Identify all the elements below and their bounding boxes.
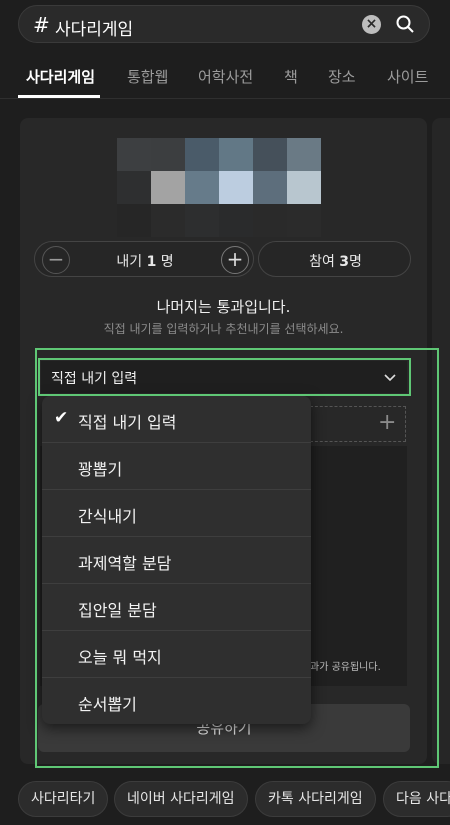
active-tab-indicator	[18, 95, 100, 98]
pixel-cell	[117, 204, 151, 237]
minus-button[interactable]: −	[42, 246, 70, 274]
tab-books[interactable]: 책	[284, 66, 298, 87]
pixelated-image	[117, 138, 321, 237]
pixel-cell	[151, 204, 185, 237]
pixel-cell	[219, 171, 253, 204]
pixel-cell	[219, 138, 253, 171]
tab-ladder-game[interactable]: 사다리게임	[26, 66, 95, 87]
pixel-cell	[287, 138, 321, 171]
chip-kakao-ladder[interactable]: 카톡 사다리게임	[255, 781, 376, 817]
select-highlight-frame	[38, 358, 411, 396]
pixel-cell	[117, 171, 151, 204]
search-input[interactable]: 사다리게임	[55, 15, 133, 40]
pixel-cell	[185, 171, 219, 204]
chip-naver-ladder[interactable]: 네이버 사다리게임	[114, 781, 248, 817]
pixel-cell	[253, 204, 287, 237]
tab-dictionary[interactable]: 어학사전	[198, 66, 253, 87]
pixel-cell	[287, 204, 321, 237]
pixel-cell	[219, 204, 253, 237]
join-count-label: 참여 3명	[309, 254, 362, 270]
result-hint: 직접 내기를 입력하거나 추천내기를 선택하세요.	[103, 322, 344, 336]
pixel-cell	[287, 171, 321, 204]
pixel-cell	[253, 171, 287, 204]
search-bar[interactable]: # 사다리게임 ×	[18, 5, 430, 43]
pixel-cell	[151, 138, 185, 171]
clear-icon[interactable]: ×	[362, 15, 381, 34]
hash-icon: #	[33, 13, 50, 37]
chip-daum-ladder[interactable]: 다음 사다	[383, 781, 450, 817]
chip-ladder-ride[interactable]: 사다리타기	[18, 781, 109, 817]
result-message: 나머지는 통과입니다.	[156, 298, 291, 316]
pixel-cell	[151, 171, 185, 204]
search-icon[interactable]	[395, 14, 415, 34]
tab-integrated-web[interactable]: 통합웹	[127, 66, 168, 87]
plus-button[interactable]: +	[221, 246, 249, 274]
tab-places[interactable]: 장소	[328, 66, 356, 87]
pixel-cell	[185, 138, 219, 171]
tab-sites[interactable]: 사이트	[387, 66, 428, 87]
pixel-cell	[117, 138, 151, 171]
highlight-frame	[35, 348, 439, 768]
join-count-button[interactable]: 참여 3명	[258, 241, 411, 277]
pixel-cell	[185, 204, 219, 237]
pixel-cell	[253, 138, 287, 171]
tab-bar: 사다리게임 통합웹 어학사전 책 장소 사이트	[0, 54, 450, 99]
